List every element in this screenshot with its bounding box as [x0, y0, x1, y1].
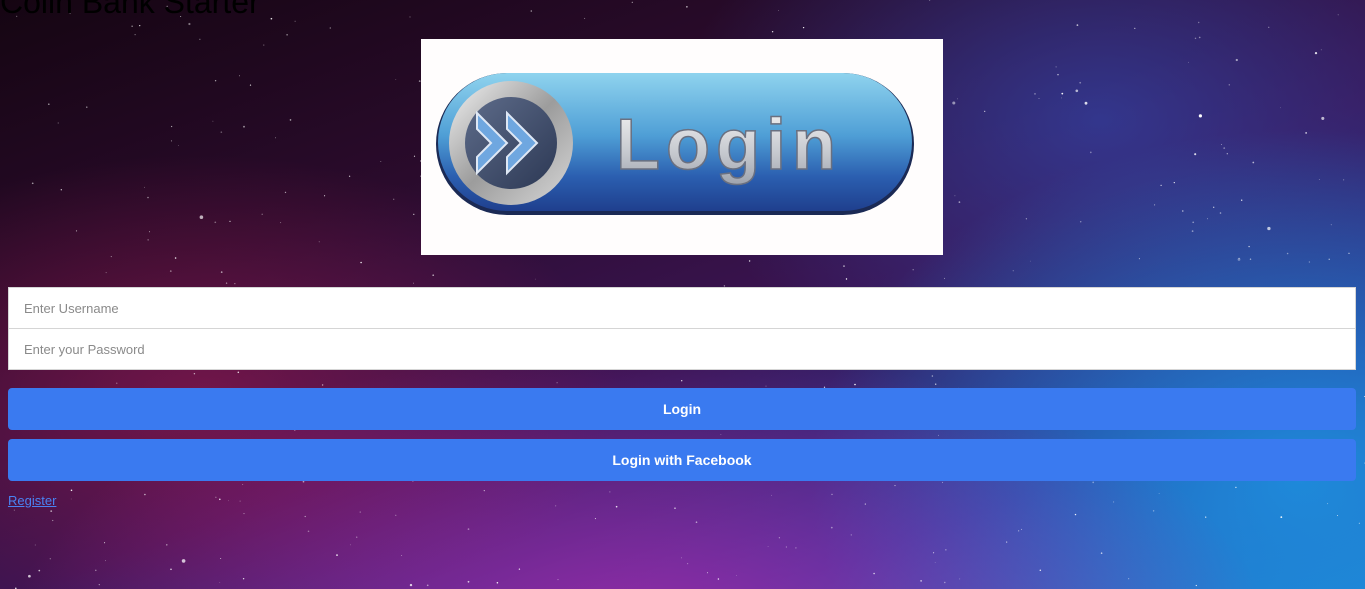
double-chevron-right-icon — [449, 81, 573, 205]
login-button[interactable]: Login — [8, 388, 1356, 430]
login-with-facebook-button[interactable]: Login with Facebook — [8, 439, 1356, 481]
logo-login-text: Login — [616, 105, 842, 185]
login-banner-image: Login — [421, 39, 943, 255]
username-input[interactable] — [8, 287, 1356, 329]
password-input[interactable] — [8, 328, 1356, 370]
page-title: Colin Bank Starter — [0, 0, 260, 20]
register-link[interactable]: Register — [8, 493, 56, 508]
